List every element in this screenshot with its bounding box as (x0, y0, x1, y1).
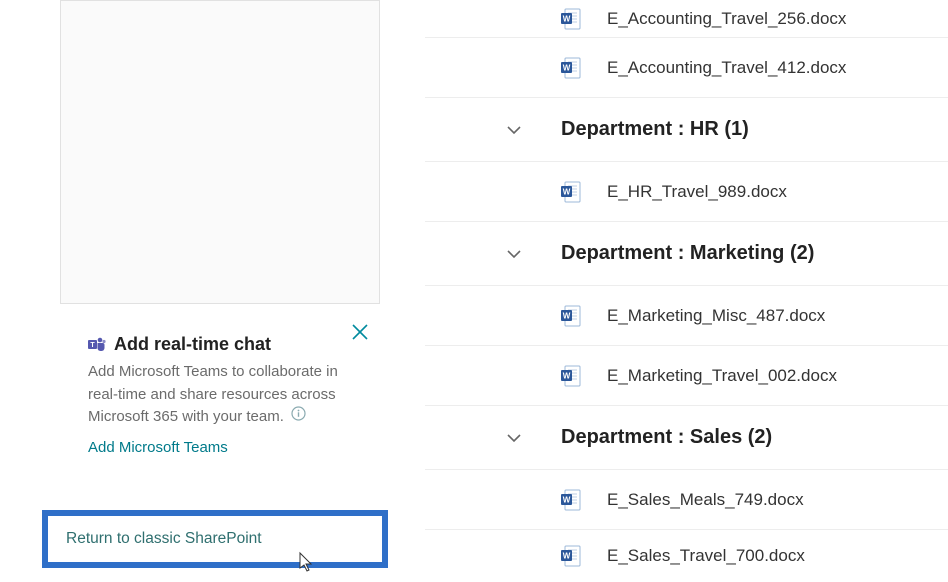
file-row[interactable]: W E_HR_Travel_989.docx (425, 162, 948, 222)
svg-text:W: W (563, 311, 571, 320)
word-file-icon: W (560, 545, 582, 567)
group-title: Department : Marketing (2) (561, 242, 814, 265)
group-header-marketing[interactable]: Department : Marketing (2) (425, 222, 948, 286)
sidebar-empty-panel (60, 0, 380, 304)
chevron-down-icon (505, 121, 523, 139)
group-title: Department : HR (1) (561, 118, 749, 141)
file-name: E_Marketing_Misc_487.docx (607, 306, 825, 326)
file-row[interactable]: W E_Sales_Meals_749.docx (425, 470, 948, 530)
add-teams-link[interactable]: Add Microsoft Teams (88, 439, 360, 456)
word-file-icon: W (560, 181, 582, 203)
chevron-down-icon (505, 429, 523, 447)
group-title-prefix: Department : (561, 242, 684, 264)
return-classic-highlight: Return to classic SharePoint (42, 510, 388, 568)
group-title-value: Marketing (690, 242, 784, 264)
file-row[interactable]: W E_Accounting_Travel_412.docx (425, 38, 948, 98)
group-count: 1 (731, 118, 742, 140)
file-row[interactable]: W E_Sales_Travel_700.docx (425, 530, 948, 582)
file-name: E_Accounting_Travel_412.docx (607, 58, 846, 78)
group-title: Department : Sales (2) (561, 426, 772, 449)
document-list: W E_Accounting_Travel_256.docx W E_Accou… (425, 0, 948, 582)
group-header-sales[interactable]: Department : Sales (2) (425, 406, 948, 470)
group-count: 2 (754, 426, 765, 448)
word-file-icon: W (560, 365, 582, 387)
svg-text:W: W (563, 14, 571, 23)
group-title-value: HR (690, 118, 719, 140)
word-file-icon: W (560, 8, 582, 30)
file-name: E_Accounting_Travel_256.docx (607, 9, 846, 29)
chevron-down-icon (505, 245, 523, 263)
file-name: E_Marketing_Travel_002.docx (607, 366, 837, 386)
svg-text:W: W (563, 371, 571, 380)
file-name: E_Sales_Meals_749.docx (607, 490, 804, 510)
group-count: 2 (797, 242, 808, 264)
svg-text:T: T (90, 342, 95, 349)
file-row[interactable]: W E_Marketing_Misc_487.docx (425, 286, 948, 346)
close-icon[interactable] (350, 322, 370, 347)
word-file-icon: W (560, 489, 582, 511)
file-row[interactable]: W E_Accounting_Travel_256.docx (425, 0, 948, 38)
group-title-prefix: Department : (561, 118, 684, 140)
promo-title: Add real-time chat (114, 334, 271, 355)
svg-text:W: W (563, 552, 571, 561)
teams-promo-card: T Add real-time chat Add Microsoft Teams… (60, 316, 380, 466)
group-title-value: Sales (690, 426, 742, 448)
word-file-icon: W (560, 305, 582, 327)
file-name: E_Sales_Travel_700.docx (607, 546, 805, 566)
file-name: E_HR_Travel_989.docx (607, 182, 787, 202)
teams-icon: T (88, 336, 106, 354)
file-row[interactable]: W E_Marketing_Travel_002.docx (425, 346, 948, 406)
info-icon[interactable] (291, 406, 306, 429)
svg-text:W: W (563, 495, 571, 504)
group-title-prefix: Department : (561, 426, 684, 448)
promo-description: Add Microsoft Teams to collaborate in re… (88, 361, 360, 429)
return-classic-link[interactable]: Return to classic SharePoint (66, 530, 262, 547)
word-file-icon: W (560, 57, 582, 79)
svg-text:W: W (563, 63, 571, 72)
group-header-hr[interactable]: Department : HR (1) (425, 98, 948, 162)
svg-text:W: W (563, 187, 571, 196)
